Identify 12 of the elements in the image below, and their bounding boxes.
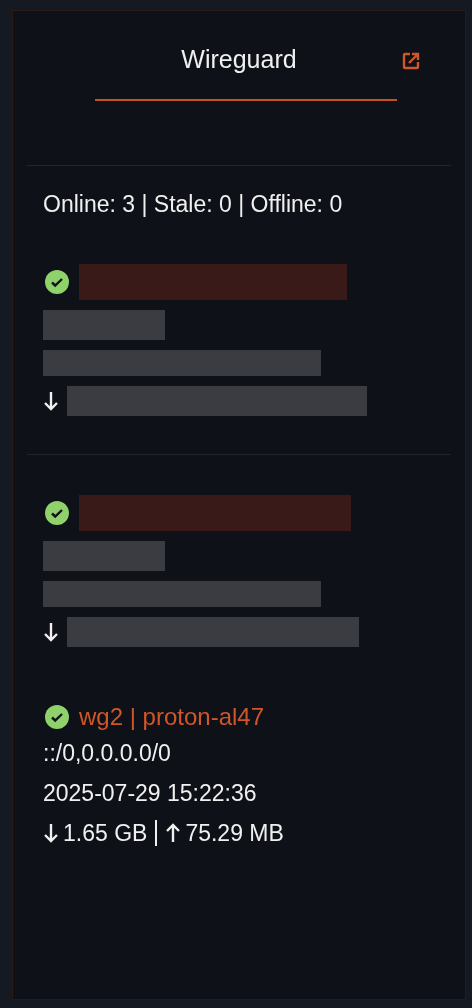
widget-title: Wireguard	[181, 45, 297, 75]
status-summary: Online: 3 | Stale: 0 | Offline: 0	[43, 190, 344, 219]
received-amount: 1.65 GB	[63, 819, 148, 848]
allowed-ips: ::/0,0.0.0.0/0	[43, 739, 171, 768]
peer-name: wg2 | proton-al47	[79, 703, 264, 731]
handshake-time: 2025-07-29 15:22:36	[43, 779, 257, 808]
down-arrow-icon	[43, 621, 59, 643]
external-link-icon[interactable]	[401, 51, 421, 71]
sent-amount: 75.29 MB	[185, 819, 284, 848]
down-arrow-icon	[43, 822, 59, 844]
down-arrow-icon	[43, 390, 59, 412]
up-arrow-icon	[165, 822, 182, 844]
